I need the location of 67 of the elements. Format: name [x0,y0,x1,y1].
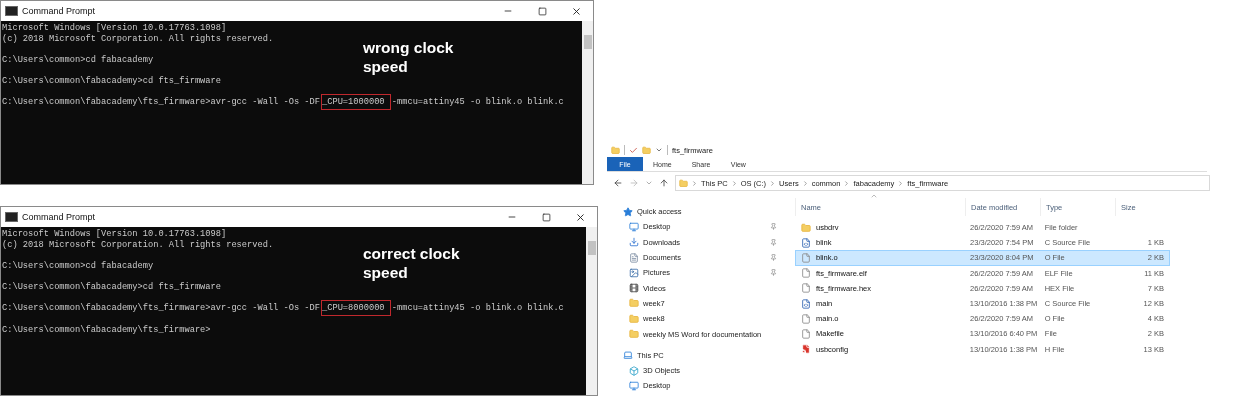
file-icon [801,268,811,279]
terminal-text: C:\Users\common>cd fabacademy [1,54,155,68]
monitor-icon [629,380,639,391]
sort-caret-icon [870,192,878,200]
file-icon [801,313,811,324]
code-file-icon [801,298,811,309]
annotation-text: correct clock speed [363,245,461,283]
chevron-icon [897,179,905,187]
file-icon [801,283,811,294]
terminal-text: (c) 2018 Microsoft Corporation. All rights reserved. [1,32,275,46]
console-icon [5,212,18,222]
window-title: Command Prompt [22,6,96,16]
download-icon [629,237,639,248]
maximize-icon [537,6,547,16]
terminal-text: Microsoft Windows [Version 10.0.17763.1098] [1,22,228,34]
console-icon [5,6,18,16]
computer-icon [623,350,633,361]
close-icon [570,5,582,17]
terminal-text: Microsoft Windows [Version 10.0.17763.1098] [1,228,228,240]
folder-icon[interactable] [611,145,620,155]
close-icon [574,211,586,223]
forward-icon[interactable] [629,178,639,188]
pin-icon [770,223,777,231]
terminal-text: C:\Users\common\fabacademy>cd fts_firmware [1,75,222,89]
terminal-text: C:\Users\common\fabacademy\fts_firmware>avr-gcc -Wall -Os -DF [1,302,321,316]
highlighted-text: _CPU=1000000 [321,94,391,111]
chevron-icon [691,179,698,187]
code-file-icon [801,237,811,248]
pin-icon [770,269,777,277]
maximize-icon [541,212,551,222]
config-file-icon [801,344,811,355]
highlighted-text: _CPU=8000000 [321,300,391,317]
star-icon [623,206,633,217]
checkmark-icon[interactable] [629,145,638,155]
dropdown-icon[interactable] [645,179,653,187]
folder-icon [629,329,639,339]
cube-icon [629,365,639,376]
scrollbar[interactable] [582,21,593,184]
chevron-icon [843,179,851,187]
terminal-text: C:\Users\common\fabacademy>cd fts_firmware [1,281,222,295]
back-icon[interactable] [613,178,623,188]
picture-icon [629,267,639,278]
document-icon [629,252,639,263]
annotation-text: wrong clock speed [363,39,455,77]
chevron-icon [730,179,738,187]
terminal-text: C:\Users\common>cd fabacademy [1,260,155,274]
folder-icon [679,178,688,188]
pin-icon [770,238,777,246]
up-icon[interactable] [659,178,669,188]
scrollbar[interactable] [586,227,597,395]
film-icon [629,283,639,294]
dropdown-icon[interactable] [655,146,663,154]
terminal-text: C:\Users\common\fabacademy\fts_firmware>avr-gcc -Wall -Os -DF [1,96,321,110]
chevron-icon [801,179,809,187]
terminal-text: -mmcu=attiny45 -o blink.o blink.c [390,302,565,316]
monitor-icon [629,221,639,232]
file-icon [801,328,811,339]
terminal-text: -mmcu=attiny45 -o blink.o blink.c [390,96,565,110]
folder-icon [629,298,639,309]
terminal-text: (c) 2018 Microsoft Corporation. All rights reserved. [1,238,275,252]
pin-icon [770,254,777,262]
folder-icon [801,222,811,233]
window-title: Command Prompt [22,212,96,222]
chevron-icon [769,179,777,187]
terminal-text: C:\Users\common\fabacademy\fts_firmware> [1,323,212,337]
file-icon [801,252,811,263]
folder-icon [629,313,639,324]
